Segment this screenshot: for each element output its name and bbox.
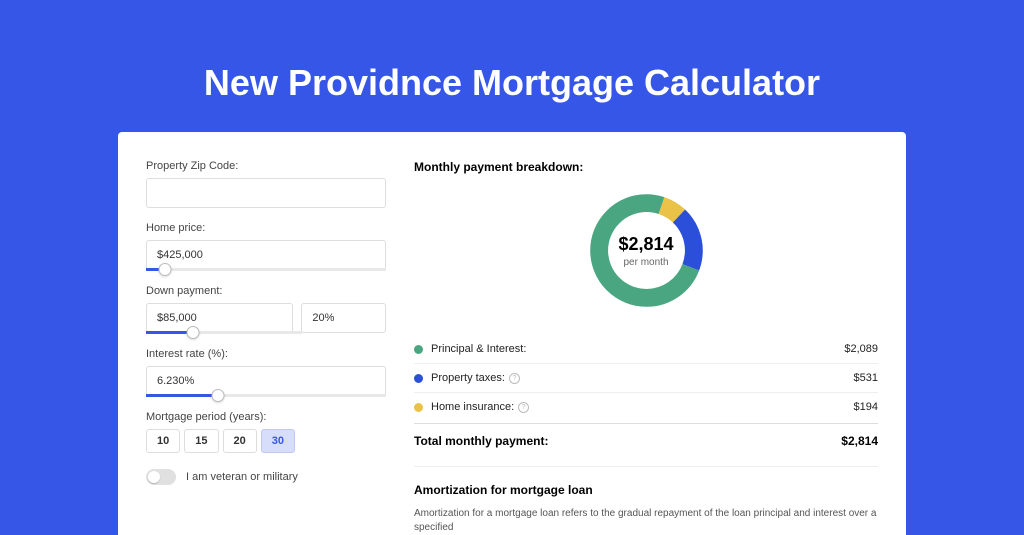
zip-label: Property Zip Code: [146,160,386,172]
total-row: Total monthly payment: $2,814 [414,423,878,462]
down-payment-pct-input[interactable] [301,303,386,333]
legend-dot [414,374,423,383]
donut-sub: per month [623,257,668,268]
slider-thumb[interactable] [159,263,172,276]
slider-thumb[interactable] [212,389,225,402]
breakdown-title: Monthly payment breakdown: [414,160,878,174]
toggle-knob [148,471,160,483]
inputs-column: Property Zip Code: Home price: Down paym… [146,160,386,535]
total-value: $2,814 [841,434,878,448]
period-label: Mortgage period (years): [146,411,386,423]
legend-value: $2,089 [844,343,878,355]
info-icon[interactable]: ? [509,373,520,384]
period-button-15[interactable]: 15 [184,429,218,453]
legend-row: Principal & Interest:$2,089 [414,335,878,364]
legend-row: Property taxes:?$531 [414,364,878,393]
period-button-10[interactable]: 10 [146,429,180,453]
legend-value: $194 [854,401,878,413]
total-label: Total monthly payment: [414,434,841,448]
home-price-label: Home price: [146,222,386,234]
interest-input[interactable] [146,366,386,396]
calculator-card: Property Zip Code: Home price: Down paym… [118,132,906,535]
slider-fill [146,394,218,397]
info-icon[interactable]: ? [518,402,529,413]
zip-field-block: Property Zip Code: [146,160,386,208]
down-payment-slider[interactable] [146,331,302,334]
home-price-slider[interactable] [146,268,386,271]
legend-dot [414,345,423,354]
amortization-text: Amortization for a mortgage loan refers … [414,507,878,535]
legend-row: Home insurance:?$194 [414,393,878,421]
amortization-title: Amortization for mortgage loan [414,483,878,497]
zip-input[interactable] [146,178,386,208]
home-price-field-block: Home price: [146,222,386,271]
legend-label: Property taxes:? [431,372,854,384]
down-payment-label: Down payment: [146,285,386,297]
legend-label: Principal & Interest: [431,343,844,355]
legend-dot [414,403,423,412]
down-payment-field-block: Down payment: [146,285,386,334]
period-buttons: 10152030 [146,429,386,453]
down-payment-input[interactable] [146,303,293,333]
donut-chart: $2,814 per month [584,188,709,313]
interest-label: Interest rate (%): [146,348,386,360]
home-price-input[interactable] [146,240,386,270]
period-button-20[interactable]: 20 [223,429,257,453]
legend: Principal & Interest:$2,089Property taxe… [414,335,878,421]
donut-amount: $2,814 [618,234,673,255]
veteran-label: I am veteran or military [186,471,298,483]
amortization-section: Amortization for mortgage loan Amortizat… [414,466,878,535]
interest-slider[interactable] [146,394,386,397]
page-title: New Providnce Mortgage Calculator [0,0,1024,132]
period-field-block: Mortgage period (years): 10152030 [146,411,386,453]
slider-thumb[interactable] [186,326,199,339]
legend-value: $531 [854,372,878,384]
period-button-30[interactable]: 30 [261,429,295,453]
legend-label: Home insurance:? [431,401,854,413]
veteran-toggle-row: I am veteran or military [146,469,386,485]
veteran-toggle[interactable] [146,469,176,485]
breakdown-column: Monthly payment breakdown: $2,814 per mo… [414,160,878,535]
interest-field-block: Interest rate (%): [146,348,386,397]
donut-center: $2,814 per month [584,188,709,313]
